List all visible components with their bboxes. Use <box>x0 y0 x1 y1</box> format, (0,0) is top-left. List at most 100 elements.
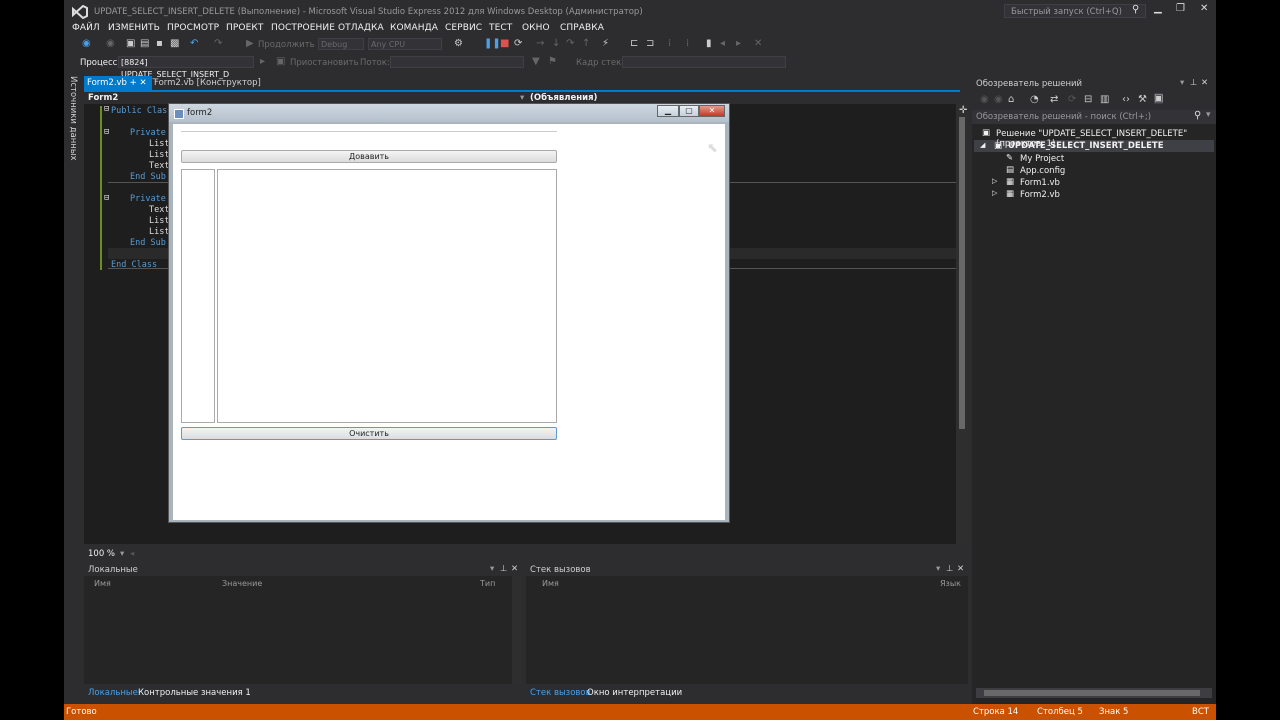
tab-immediate[interactable]: Окно интерпретации <box>587 688 682 698</box>
back-icon[interactable]: ◉ <box>980 94 989 105</box>
suspend-button[interactable]: Приостановить <box>290 58 359 68</box>
chevron-down-icon[interactable]: ▾ <box>936 564 940 574</box>
tab-form2-designer[interactable]: Form2.vb [Конструктор] <box>154 76 261 90</box>
data-sources-tab[interactable]: Источники данных <box>68 76 78 161</box>
text-input-edge[interactable] <box>181 131 557 132</box>
tab-watch1[interactable]: Контрольные значения 1 <box>138 688 251 698</box>
clear-button[interactable]: Очистить <box>181 427 557 440</box>
new-project-icon[interactable]: ▣ <box>126 38 135 49</box>
locals-scrollbar[interactable] <box>512 576 522 684</box>
editor-scroll-thumb[interactable] <box>959 117 965 429</box>
forward-icon[interactable]: ◉ <box>994 94 1003 105</box>
menu-build[interactable]: ПОСТРОЕНИЕ <box>271 23 335 33</box>
menu-tools[interactable]: СЕРВИС <box>445 23 482 33</box>
form-maximize-icon[interactable]: ▢ <box>679 105 699 117</box>
close-tab-icon[interactable]: ✕ <box>139 78 146 88</box>
suspend-icon[interactable]: ▣ <box>276 56 285 67</box>
menu-debug[interactable]: ОТЛАДКА <box>338 23 384 33</box>
chevron-down-icon[interactable]: ▾ <box>520 93 524 103</box>
menu-view[interactable]: ПРОСМОТР <box>167 23 219 33</box>
stack-frame-select[interactable] <box>622 56 786 68</box>
prev-bookmark-icon[interactable]: ◂ <box>720 38 725 49</box>
pin-icon[interactable]: ⊥ <box>946 564 953 574</box>
chevron-down-icon[interactable]: ▾ <box>120 549 124 559</box>
close-icon[interactable]: ✕ <box>511 564 518 574</box>
form-minimize-icon[interactable]: ▁ <box>657 105 679 117</box>
attach-icon[interactable]: ⚙ <box>454 38 463 49</box>
back-icon[interactable]: ◉ <box>82 38 91 49</box>
step-over-icon[interactable]: ↷ <box>566 38 574 49</box>
align-icon[interactable]: ⊏ <box>630 38 638 49</box>
menu-edit[interactable]: ИЗМЕНИТЬ <box>108 23 160 33</box>
menu-help[interactable]: СПРАВКА <box>560 23 604 33</box>
search-icon[interactable]: ⚲ <box>1194 110 1201 121</box>
pause-icon[interactable]: ❚❚ <box>484 38 501 49</box>
pending-changes-icon[interactable]: ◔ <box>1030 94 1039 105</box>
expand-arrow-icon[interactable]: ▷ <box>992 189 997 197</box>
view-designer-icon[interactable]: ▣ <box>1154 93 1164 104</box>
refresh-icon[interactable]: ⟳ <box>1068 94 1076 105</box>
uncomment-icon[interactable]: ⁞ <box>686 38 689 49</box>
platform-select[interactable]: Any CPU <box>368 38 442 50</box>
tab-callstack[interactable]: Стек вызовов <box>530 688 591 698</box>
properties-icon[interactable]: ⚒ <box>1138 94 1147 105</box>
show-next-statement-icon[interactable]: → <box>536 38 544 49</box>
menu-window[interactable]: ОКНО <box>522 23 550 33</box>
forward-icon[interactable]: ◉ <box>106 38 115 49</box>
hex-icon[interactable]: ⚡ <box>602 38 609 49</box>
outdent-icon[interactable]: ⊐ <box>646 38 654 49</box>
next-bookmark-icon[interactable]: ▸ <box>736 38 741 49</box>
close-icon[interactable]: ✕ <box>1200 3 1208 14</box>
lifecycle-icon[interactable]: ▸ <box>260 56 265 67</box>
menu-test[interactable]: ТЕСТ <box>489 23 512 33</box>
tree-item-app-config[interactable]: App.config <box>1020 166 1065 176</box>
save-all-icon[interactable]: ▩ <box>170 38 179 49</box>
tab-locals[interactable]: Локальные <box>88 688 138 698</box>
close-icon[interactable]: ✕ <box>1201 78 1208 88</box>
member-selector[interactable]: (Объявления) <box>530 93 597 103</box>
continue-icon[interactable]: ▶ <box>246 38 254 49</box>
search-icon[interactable]: ⚲ <box>1132 4 1139 15</box>
redo-icon[interactable]: ↷ <box>214 38 222 49</box>
form-close-icon[interactable]: ✕ <box>699 105 725 117</box>
chevron-down-icon[interactable]: ▾ <box>1206 110 1211 120</box>
tree-item-my-project[interactable]: My Project <box>1020 154 1064 164</box>
class-selector[interactable]: Form2 <box>88 93 118 103</box>
menu-file[interactable]: ФАЙЛ <box>72 23 100 33</box>
thread-select[interactable] <box>390 56 524 68</box>
undo-icon[interactable]: ↶ <box>190 38 198 49</box>
collapse-all-icon[interactable]: ⊟ <box>1084 94 1092 105</box>
comment-icon[interactable]: ⁞ <box>668 38 671 49</box>
continue-button[interactable]: Продолжить <box>258 40 315 50</box>
stop-icon[interactable]: ■ <box>500 38 509 49</box>
collapse-icon[interactable]: ⊟ <box>104 127 109 137</box>
solution-explorer-search[interactable]: Обозреватель решений - поиск (Ctrl+;) <box>972 110 1216 124</box>
tab-form2-code[interactable]: Form2.vb + ✕ <box>84 76 152 90</box>
process-select[interactable]: [8824] UPDATE_SELECT_INSERT_D <box>118 56 254 79</box>
view-code-icon[interactable]: ‹› <box>1122 94 1130 105</box>
split-icon[interactable]: ✛ <box>959 105 967 116</box>
filter-icon[interactable]: ▼ <box>532 56 540 67</box>
step-out-icon[interactable]: ↑ <box>582 38 590 49</box>
scroll-left-icon[interactable]: ◂ <box>130 549 134 559</box>
pin-icon[interactable]: ⊥ <box>500 564 507 574</box>
minimize-icon[interactable]: ▁ <box>1154 3 1162 14</box>
restore-icon[interactable]: ❐ <box>1176 3 1185 14</box>
add-button[interactable]: Дoвaвить <box>181 150 557 163</box>
chevron-down-icon[interactable]: ▾ <box>490 564 494 574</box>
zoom-level[interactable]: 100 % <box>88 549 115 559</box>
show-all-files-icon[interactable]: ▥ <box>1100 94 1109 105</box>
tree-item-form2[interactable]: Form2.vb <box>1020 190 1060 200</box>
solution-explorer-hscroll-thumb[interactable] <box>984 690 1200 696</box>
data-listbox[interactable] <box>217 169 557 423</box>
save-icon[interactable]: ▪ <box>156 38 163 49</box>
quick-launch-input[interactable]: Быстрый запуск (Ctrl+Q) <box>1004 4 1146 18</box>
step-into-icon[interactable]: ↓ <box>552 38 560 49</box>
home-icon[interactable]: ⌂ <box>1008 94 1014 105</box>
tree-project-node[interactable]: UPDATE_SELECT_INSERT_DELETE <box>1008 141 1164 151</box>
pin-icon[interactable]: + <box>130 78 137 88</box>
tree-item-form1[interactable]: Form1.vb <box>1020 178 1060 188</box>
expand-arrow-icon[interactable]: ▷ <box>992 177 997 185</box>
menu-team[interactable]: КОМАНДА <box>390 23 438 33</box>
menu-project[interactable]: ПРОЕКТ <box>226 23 263 33</box>
